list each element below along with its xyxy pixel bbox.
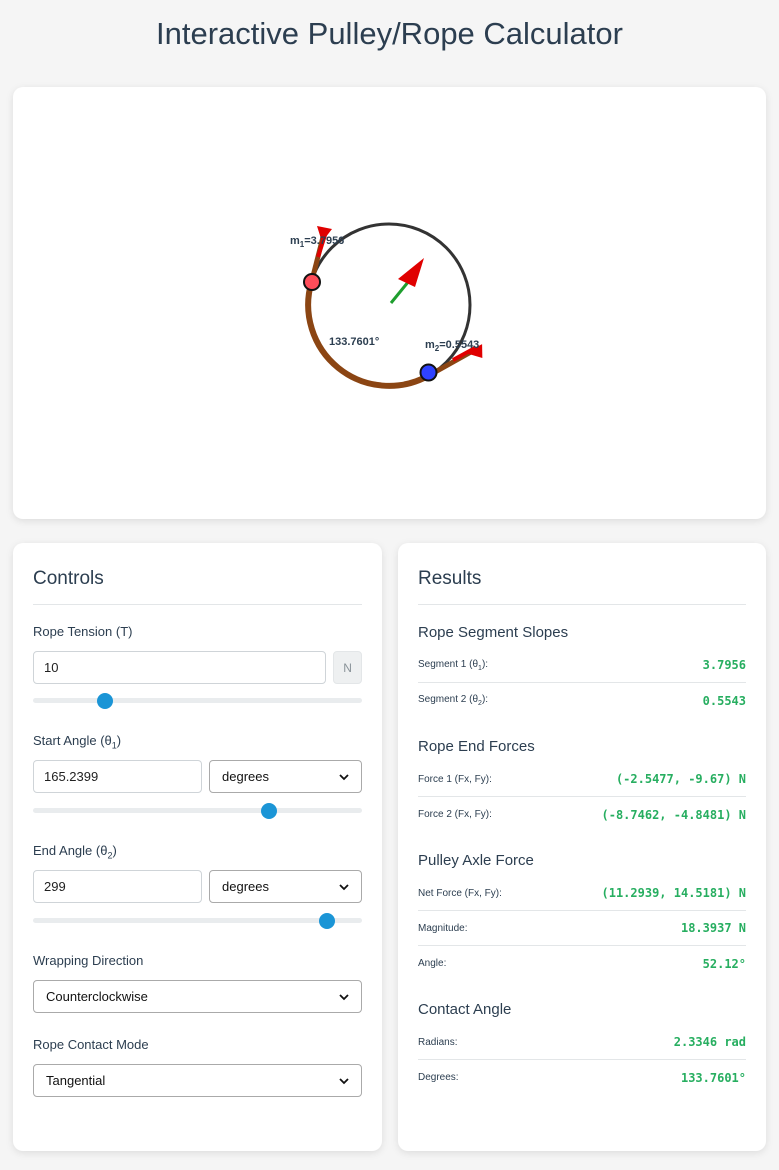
slope-1-value: 3.7956 [702, 658, 746, 672]
radians-label: Radians: [418, 1036, 458, 1048]
contact-mode-control: Rope Contact Mode Tangential [33, 1037, 362, 1097]
end-angle-unit-select[interactable]: degrees [209, 870, 362, 903]
force-2-value: (-8.7462, -4.8481) N [601, 807, 747, 822]
m2-label: m2=0.5543 [425, 339, 479, 353]
start-point-handle[interactable] [303, 273, 321, 291]
start-angle-unit-value: degrees [222, 769, 269, 784]
contact-mode-value: Tangential [46, 1073, 106, 1088]
start-angle-slider-track [33, 808, 362, 813]
end-angle-control: End Angle (θ2) 299 degrees [33, 843, 362, 929]
tension-control: Rope Tension (T) 10 N [33, 624, 362, 709]
force-row-1: Force 1 (Fx, Fy): (-2.5477, -9.67) N [418, 762, 746, 797]
start-angle-slider[interactable] [33, 803, 362, 819]
end-forces-heading: Rope End Forces [418, 738, 535, 755]
axle-heading: Pulley Axle Force [418, 852, 534, 869]
controls-panel: Controls Rope Tension (T) 10 N Start Ang… [13, 543, 382, 1151]
force-row-2: Force 2 (Fx, Fy): (-8.7462, -4.8481) N [418, 797, 746, 832]
degrees-value: 133.7601° [680, 1070, 746, 1085]
chevron-down-icon [339, 993, 349, 1000]
pulley-diagram[interactable]: m1=3.7956 m2=0.5543 133.7601° [13, 87, 766, 519]
end-angle-slider[interactable] [33, 913, 362, 929]
slope-2-label: Segment 2 (θ2): [418, 694, 489, 707]
contact-angle-heading: Contact Angle [418, 1001, 512, 1018]
m1-label: m1=3.7956 [290, 235, 344, 249]
direction-control: Wrapping Direction Counterclockwise [33, 953, 362, 1013]
tension-slider-thumb[interactable] [97, 693, 114, 709]
slope-row-1: Segment 1 (θ1): 3.7956 [418, 648, 746, 683]
tension-unit: N [333, 651, 362, 684]
start-angle-slider-thumb[interactable] [260, 803, 277, 819]
radians-value: 2.3346 rad [673, 1035, 746, 1049]
contact-mode-select[interactable]: Tangential [33, 1064, 362, 1097]
axle-angle-row: Angle: 52.12° [418, 946, 746, 981]
chevron-down-icon [339, 883, 349, 890]
contact-mode-label: Rope Contact Mode [33, 1037, 149, 1052]
magnitude-value: 18.3937 N [680, 921, 746, 935]
magnitude-label: Magnitude: [418, 922, 468, 934]
axle-angle-value: 52.12° [702, 956, 746, 971]
slope-row-2: Segment 2 (θ2): 0.5543 [418, 683, 746, 718]
chevron-down-icon [339, 773, 349, 780]
start-angle-control: Start Angle (θ1) 165.2399 degrees [33, 733, 362, 819]
degrees-row: Degrees: 133.7601° [418, 1060, 746, 1095]
tension-slider[interactable] [33, 693, 362, 709]
start-angle-input[interactable]: 165.2399 [33, 760, 202, 793]
tension-label: Rope Tension (T) [33, 624, 133, 639]
end-angle-unit-value: degrees [222, 879, 269, 894]
slopes-heading: Rope Segment Slopes [418, 624, 569, 641]
rope-arc [305, 280, 430, 389]
tension-slider-track [33, 698, 362, 703]
pulley-canvas-panel: m1=3.7956 m2=0.5543 133.7601° [13, 87, 766, 519]
magnitude-row: Magnitude: 18.3937 N [418, 911, 746, 946]
end-angle-slider-track [33, 918, 362, 923]
end-angle-slider-thumb[interactable] [318, 913, 335, 929]
end-angle-input[interactable]: 299 [33, 870, 202, 903]
radians-row: Radians: 2.3346 rad [418, 1025, 746, 1060]
axle-angle-label: Angle: [418, 958, 447, 969]
slope-1-label: Segment 1 (θ1): [418, 658, 489, 672]
start-angle-label: Start Angle (θ1) [33, 733, 122, 751]
page-title: Interactive Pulley/Rope Calculator [156, 16, 623, 51]
force-1-label: Force 1 (Fx, Fy): [418, 773, 492, 785]
controls-title: Controls [33, 568, 362, 605]
results-panel: Results Rope Segment Slopes Segment 1 (θ… [398, 543, 766, 1151]
tension-input[interactable]: 10 [33, 651, 327, 684]
axle-force-arrowhead [398, 258, 424, 287]
net-force-label: Net Force (Fx, Fy): [418, 887, 502, 899]
force-2-label: Force 2 (Fx, Fy): [418, 809, 492, 820]
force-1-value: (-2.5477, -9.67) N [615, 772, 746, 786]
net-force-value: (11.2939, 14.5181) N [601, 886, 747, 900]
direction-select[interactable]: Counterclockwise [33, 980, 362, 1013]
contact-angle-label: 133.7601° [329, 336, 379, 348]
end-angle-label: End Angle (θ2) [33, 843, 117, 861]
end-point-handle[interactable] [419, 363, 438, 382]
direction-value: Counterclockwise [46, 989, 148, 1004]
slope-2-value: 0.5543 [702, 693, 746, 708]
results-title: Results [418, 568, 746, 605]
chevron-down-icon [339, 1077, 349, 1084]
net-force-row: Net Force (Fx, Fy): (11.2939, 14.5181) N [418, 876, 746, 911]
start-angle-unit-select[interactable]: degrees [209, 760, 362, 793]
degrees-label: Degrees: [418, 1072, 459, 1083]
direction-label: Wrapping Direction [33, 953, 144, 968]
